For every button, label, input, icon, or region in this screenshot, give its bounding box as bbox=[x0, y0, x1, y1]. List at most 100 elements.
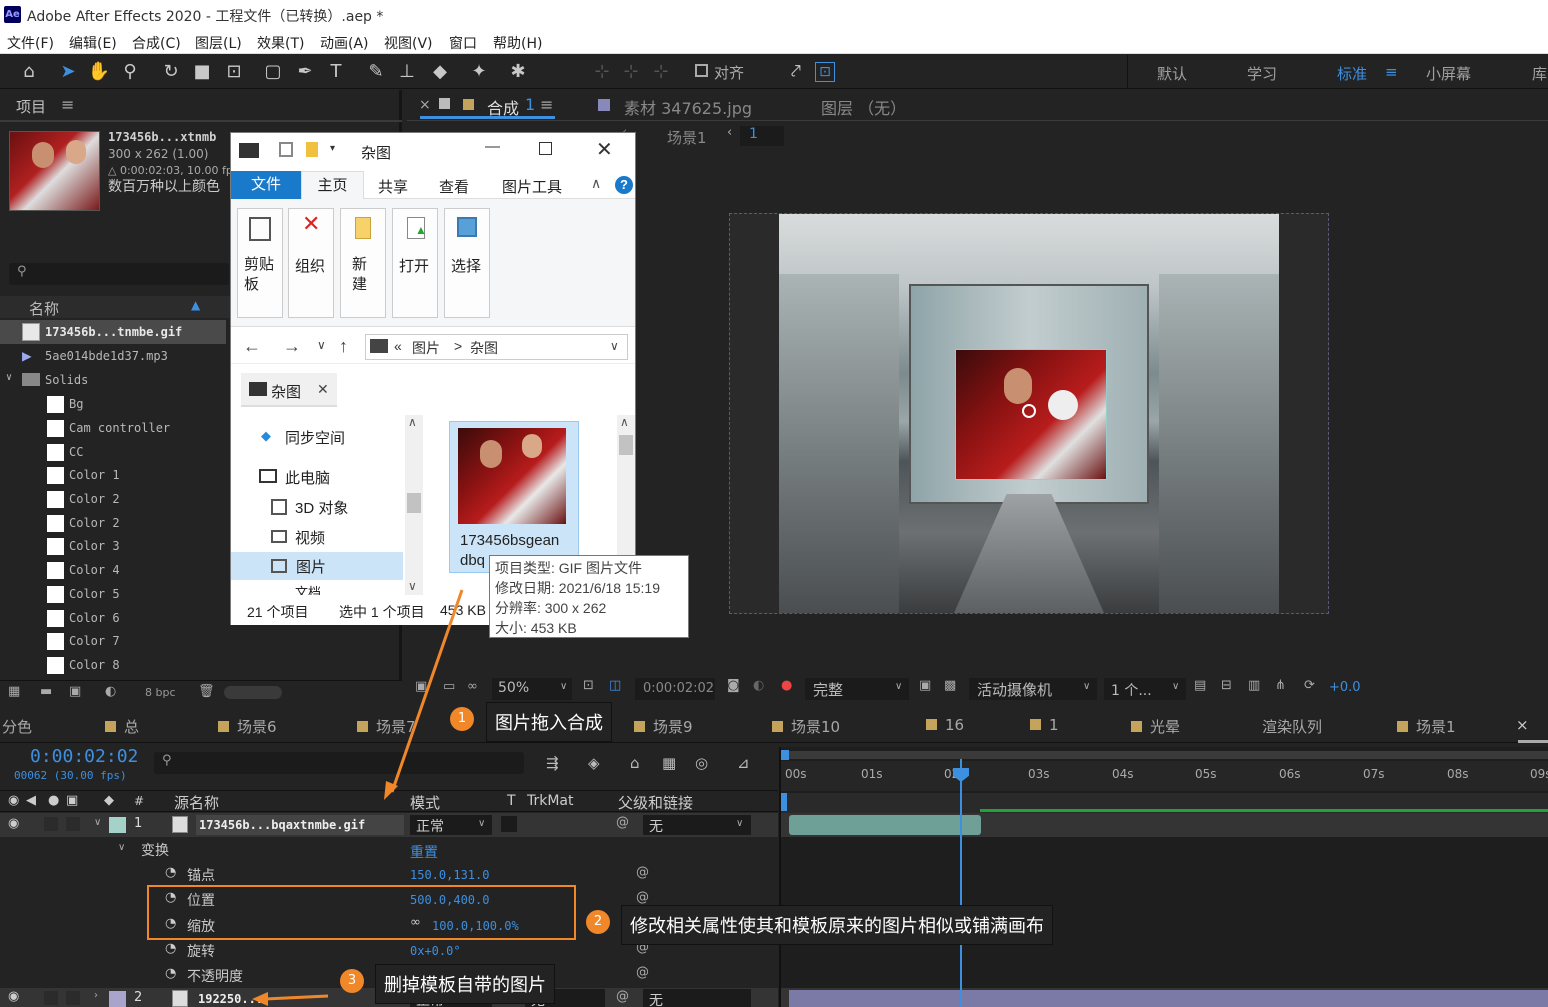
pick-whip-icon[interactable]: @ bbox=[636, 865, 649, 880]
up-arrow-icon[interactable]: ↑ bbox=[339, 336, 348, 357]
timeline-tab[interactable]: 场景1 bbox=[1397, 716, 1456, 737]
snap-options-icon[interactable]: ⤤ bbox=[784, 60, 808, 84]
ribbon-open-button[interactable]: ▲ 打开 bbox=[392, 208, 438, 318]
layer-source-name[interactable]: 173456b...bqaxtnmbe.gif bbox=[196, 815, 404, 835]
timeline-graph-area[interactable]: 00s 01s 02s 03s 04s 05s 06s 07s 08s 09s bbox=[779, 747, 1548, 1007]
nav-scrollbar-thumb[interactable] bbox=[407, 493, 421, 513]
eraser-tool-icon[interactable]: ◆ bbox=[428, 60, 452, 84]
workspace-learn[interactable]: 学习 bbox=[1247, 63, 1277, 84]
pick-whip-icon[interactable]: @ bbox=[636, 890, 649, 905]
chevron-right-icon[interactable]: › bbox=[94, 990, 98, 1001]
axis-view-icon[interactable]: ⊹ bbox=[649, 60, 673, 84]
work-area-start-handle[interactable] bbox=[781, 750, 789, 760]
toggle-transparency-icon[interactable]: ▩ bbox=[944, 678, 956, 693]
anchor-point-value[interactable]: 150.0,131.0 bbox=[410, 868, 489, 882]
chevron-down-icon[interactable]: ∨ bbox=[408, 579, 417, 593]
roto-brush-tool-icon[interactable]: ✦ bbox=[467, 60, 491, 84]
menu-window[interactable]: 窗口 bbox=[449, 33, 477, 53]
quick-access-dropdown-icon[interactable]: ▾ bbox=[330, 143, 335, 154]
explorer-folder-tab[interactable]: 杂图 ✕ bbox=[241, 373, 337, 407]
render-queue-tab[interactable]: 渲染队列 bbox=[1262, 716, 1322, 737]
layer-row-1[interactable]: ◉ ∨ 1 173456b...bqaxtnmbe.gif 正常 ∨ @ 无 ∨ bbox=[0, 813, 778, 837]
solid-item[interactable]: CC bbox=[0, 440, 226, 464]
column-preserve-transparency[interactable]: T bbox=[507, 793, 516, 809]
timeline-tab[interactable]: 场景6 bbox=[218, 716, 277, 737]
pick-whip-icon[interactable]: @ bbox=[616, 989, 629, 1004]
chevron-down-icon[interactable]: ∨ bbox=[1083, 681, 1090, 692]
eye-icon[interactable]: ◉ bbox=[8, 793, 19, 808]
ribbon-tab-share[interactable]: 共享 bbox=[378, 176, 408, 197]
ribbon-tab-file[interactable]: 文件 bbox=[231, 171, 301, 199]
monitor-icon[interactable]: ▭ bbox=[443, 679, 455, 694]
tab-layer[interactable]: 图层 （无） bbox=[821, 95, 906, 119]
pan-behind-tool-icon[interactable]: ⊡ bbox=[222, 60, 246, 84]
timeline-tab[interactable]: 1 bbox=[1030, 716, 1059, 734]
timeline-tab[interactable]: 总 bbox=[105, 716, 139, 737]
new-folder-icon[interactable]: ▬ bbox=[40, 684, 52, 699]
back-arrow-icon[interactable]: ← bbox=[243, 336, 261, 357]
layer-label-color[interactable] bbox=[109, 817, 126, 833]
hand-tool-icon[interactable]: ✋ bbox=[87, 60, 111, 84]
workspace-small-screen[interactable]: 小屏幕 bbox=[1426, 63, 1471, 84]
draft-3d-icon[interactable]: ◈ bbox=[588, 754, 600, 772]
viewer-timecode[interactable]: 0:00:02:02 bbox=[635, 678, 715, 700]
column-trkmat[interactable]: TrkMat bbox=[527, 793, 574, 809]
camera-select[interactable]: 活动摄像机 bbox=[969, 678, 1097, 700]
properties-icon[interactable] bbox=[279, 142, 293, 157]
rectangle-tool-icon[interactable]: ▢ bbox=[261, 60, 285, 84]
forward-arrow-icon[interactable]: → bbox=[283, 336, 301, 357]
workspace-menu-icon[interactable]: ≡ bbox=[1385, 63, 1398, 81]
path-segment-current[interactable]: 杂图 bbox=[470, 338, 498, 358]
chevron-down-icon[interactable]: ∨ bbox=[6, 372, 12, 383]
solid-item[interactable]: Color 3 bbox=[0, 534, 226, 558]
column-parent[interactable]: 父级和链接 bbox=[618, 792, 693, 813]
layer-1-duration-bar[interactable] bbox=[789, 815, 981, 835]
solid-item[interactable]: Color 2 bbox=[0, 511, 226, 535]
range-start-handle[interactable] bbox=[781, 793, 787, 811]
chevron-down-icon[interactable]: ∨ bbox=[736, 818, 743, 829]
solid-item[interactable]: Cam controller bbox=[0, 416, 226, 440]
nav-item-pictures[interactable]: 图片 bbox=[231, 552, 403, 580]
color-channels-icon[interactable]: ● bbox=[781, 678, 792, 693]
close-icon[interactable]: ✕ bbox=[596, 137, 613, 162]
ribbon-new-button[interactable]: 新建 bbox=[340, 208, 386, 318]
chevron-left-icon[interactable]: ‹ bbox=[727, 125, 732, 140]
shy-layers-icon[interactable]: ⌂ bbox=[630, 754, 640, 772]
new-composition-icon[interactable]: ▣ bbox=[69, 684, 81, 699]
solid-item[interactable]: Color 6 bbox=[0, 606, 226, 630]
menu-composition[interactable]: 合成(C) bbox=[132, 33, 181, 53]
solid-item[interactable]: Color 8 bbox=[0, 653, 226, 677]
timeline-tab[interactable]: 场景7 bbox=[357, 716, 416, 737]
transparency-grid-icon[interactable]: ◫ bbox=[609, 678, 621, 693]
current-time-indicator[interactable] bbox=[960, 759, 962, 1007]
region-of-interest-icon[interactable]: ▣ bbox=[919, 678, 931, 693]
minimize-icon[interactable]: — bbox=[485, 138, 500, 155]
audio-icon[interactable]: ◀ bbox=[26, 793, 36, 808]
pick-whip-icon[interactable]: @ bbox=[616, 815, 629, 830]
new-folder-icon[interactable] bbox=[306, 142, 318, 157]
chevron-down-icon[interactable]: ∨ bbox=[94, 817, 101, 828]
exposure-value[interactable]: +0.0 bbox=[1329, 680, 1361, 695]
ribbon-tab-picture-tools[interactable]: 图片工具 bbox=[502, 176, 562, 197]
placed-gif-layer[interactable] bbox=[955, 349, 1107, 480]
camera-tool-icon[interactable]: ■ bbox=[190, 60, 214, 84]
brush-tool-icon[interactable]: ✎ bbox=[364, 60, 388, 84]
preserve-transparency-toggle[interactable] bbox=[501, 816, 517, 832]
layer-2-duration-bar[interactable] bbox=[789, 990, 1548, 1007]
nav-item-3d-objects[interactable]: 3D 对象 bbox=[271, 497, 421, 519]
nav-item-videos[interactable]: 视频 bbox=[271, 527, 421, 549]
nav-item-this-pc[interactable]: 此电脑 bbox=[259, 467, 419, 489]
snapping-checkbox[interactable] bbox=[695, 64, 708, 77]
stopwatch-icon[interactable]: ◔ bbox=[165, 865, 176, 880]
layer-source-name[interactable]: 192250... bbox=[198, 992, 263, 1006]
maximize-icon[interactable] bbox=[539, 142, 552, 155]
stopwatch-icon[interactable]: ◔ bbox=[165, 966, 176, 981]
flowchart-icon[interactable]: ⋔ bbox=[1275, 678, 1286, 693]
clone-stamp-tool-icon[interactable]: ⊥ bbox=[395, 60, 419, 84]
files-scrollbar-thumb[interactable] bbox=[619, 435, 633, 455]
solid-item[interactable]: Color 7 bbox=[0, 629, 226, 653]
file-item-selected[interactable]: 173456bsgean dbq bbox=[449, 421, 579, 573]
interpret-footage-icon[interactable]: ▦ bbox=[8, 684, 20, 699]
lock-icon[interactable] bbox=[439, 98, 450, 109]
ribbon-organize-button[interactable]: ✕ 组织 bbox=[288, 208, 334, 318]
